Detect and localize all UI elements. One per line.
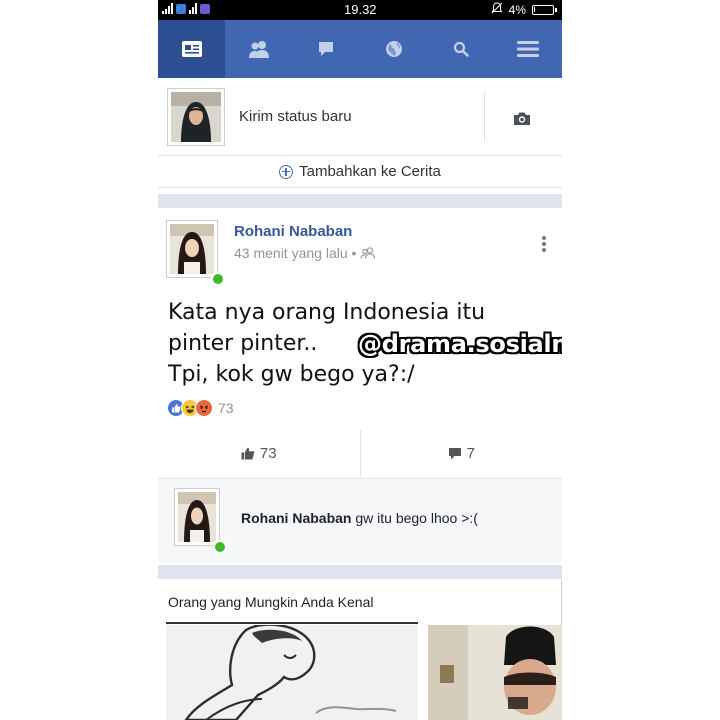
post-timestamp[interactable]: 43 menit yang lalu • (234, 245, 376, 261)
comment-preview[interactable]: Rohani Nababan gw itu bego lhoo >:( (158, 478, 562, 562)
friends-icon (360, 247, 376, 259)
reactions-summary[interactable]: 73 (167, 399, 234, 417)
avatar (171, 92, 221, 142)
avatar (170, 224, 214, 274)
suggested-person-photo (166, 625, 418, 720)
add-to-story-label: Tambahkan ke Cerita (299, 163, 441, 180)
alarm-icon (491, 2, 503, 17)
add-circle-icon (279, 164, 294, 179)
composer-divider (484, 92, 485, 142)
reaction-count: 73 (218, 400, 234, 416)
post-options-button[interactable] (542, 236, 548, 254)
battery-percent: 4% (508, 2, 526, 17)
search-icon (453, 41, 469, 57)
commenter-avatar[interactable] (174, 488, 227, 554)
avatar-image (178, 492, 216, 542)
status-icons-right: 4% (491, 2, 557, 17)
tab-news-feed[interactable] (158, 20, 226, 78)
tab-search[interactable] (427, 20, 494, 78)
comment-icon (448, 447, 461, 459)
signal-icon (162, 3, 173, 14)
messages-icon (319, 42, 334, 56)
dot-separator: • (351, 245, 357, 261)
camera-icon (514, 112, 530, 125)
news-feed-icon (181, 41, 202, 57)
angry-reaction-icon (195, 399, 213, 417)
status-time: 19.32 (344, 2, 377, 17)
messenger-notification-icon (176, 3, 186, 14)
suggested-person-photo (428, 625, 562, 720)
feed-separator (158, 565, 562, 579)
add-to-story-button[interactable]: Tambahkan ke Cerita (158, 156, 562, 188)
battery-icon (532, 4, 557, 15)
section-underline (166, 622, 418, 624)
comment-count: 7 (466, 444, 475, 462)
globe-icon (385, 41, 402, 57)
status-icons-left (162, 3, 210, 14)
post-text-line: Kata nya orang Indonesia itu (168, 300, 486, 325)
camera-button[interactable] (513, 111, 531, 131)
suggested-person-card[interactable] (166, 625, 418, 720)
signal-icon-2 (189, 3, 197, 14)
avatar-image (170, 224, 214, 274)
avatar-image (171, 92, 221, 142)
watermark: @drama.sosialmedia (358, 330, 562, 358)
suggested-person-card[interactable] (428, 625, 562, 720)
app-notification-icon (200, 3, 210, 14)
tab-friend-requests[interactable] (225, 20, 292, 78)
friends-icon (248, 41, 269, 58)
comment-author[interactable]: Rohani Nababan (241, 510, 351, 526)
post-author-name[interactable]: Rohani Nababan (234, 223, 352, 240)
tab-menu[interactable] (495, 20, 562, 78)
tab-messages[interactable] (293, 20, 360, 78)
online-indicator (213, 540, 227, 554)
post-text-line: Tpi, kok gw bego ya?:/ (168, 362, 415, 387)
status-bar: 19.32 4% (158, 0, 562, 20)
post-action-bar: 73 7 (158, 430, 562, 476)
top-navigation-bar (158, 20, 562, 78)
feed-separator (158, 194, 562, 208)
comment-button[interactable]: 7 (361, 430, 563, 476)
tab-notifications[interactable] (360, 20, 427, 78)
status-composer: Kirim status baru (158, 78, 562, 156)
thumbs-up-icon (241, 447, 255, 459)
post-time-text: 43 menit yang lalu (234, 245, 348, 261)
my-profile-picture[interactable] (167, 88, 225, 146)
people-you-may-know-title: Orang yang Mungkin Anda Kenal (168, 594, 374, 610)
battery-level (534, 6, 535, 12)
like-count: 73 (259, 444, 277, 462)
post-author-avatar[interactable] (166, 220, 225, 286)
more-icon (542, 236, 546, 240)
comment-body: gw itu bego lhoo >:( (355, 510, 478, 526)
avatar (178, 492, 216, 542)
online-indicator (211, 272, 225, 286)
menu-icon (517, 41, 540, 57)
phone-screen: 19.32 4% Kirim status baru Tambahkan ke … (158, 0, 562, 720)
like-button[interactable]: 73 (158, 430, 360, 476)
status-input[interactable]: Kirim status baru (239, 108, 352, 125)
comment-text: Rohani Nababan gw itu bego lhoo >:( (241, 510, 478, 526)
